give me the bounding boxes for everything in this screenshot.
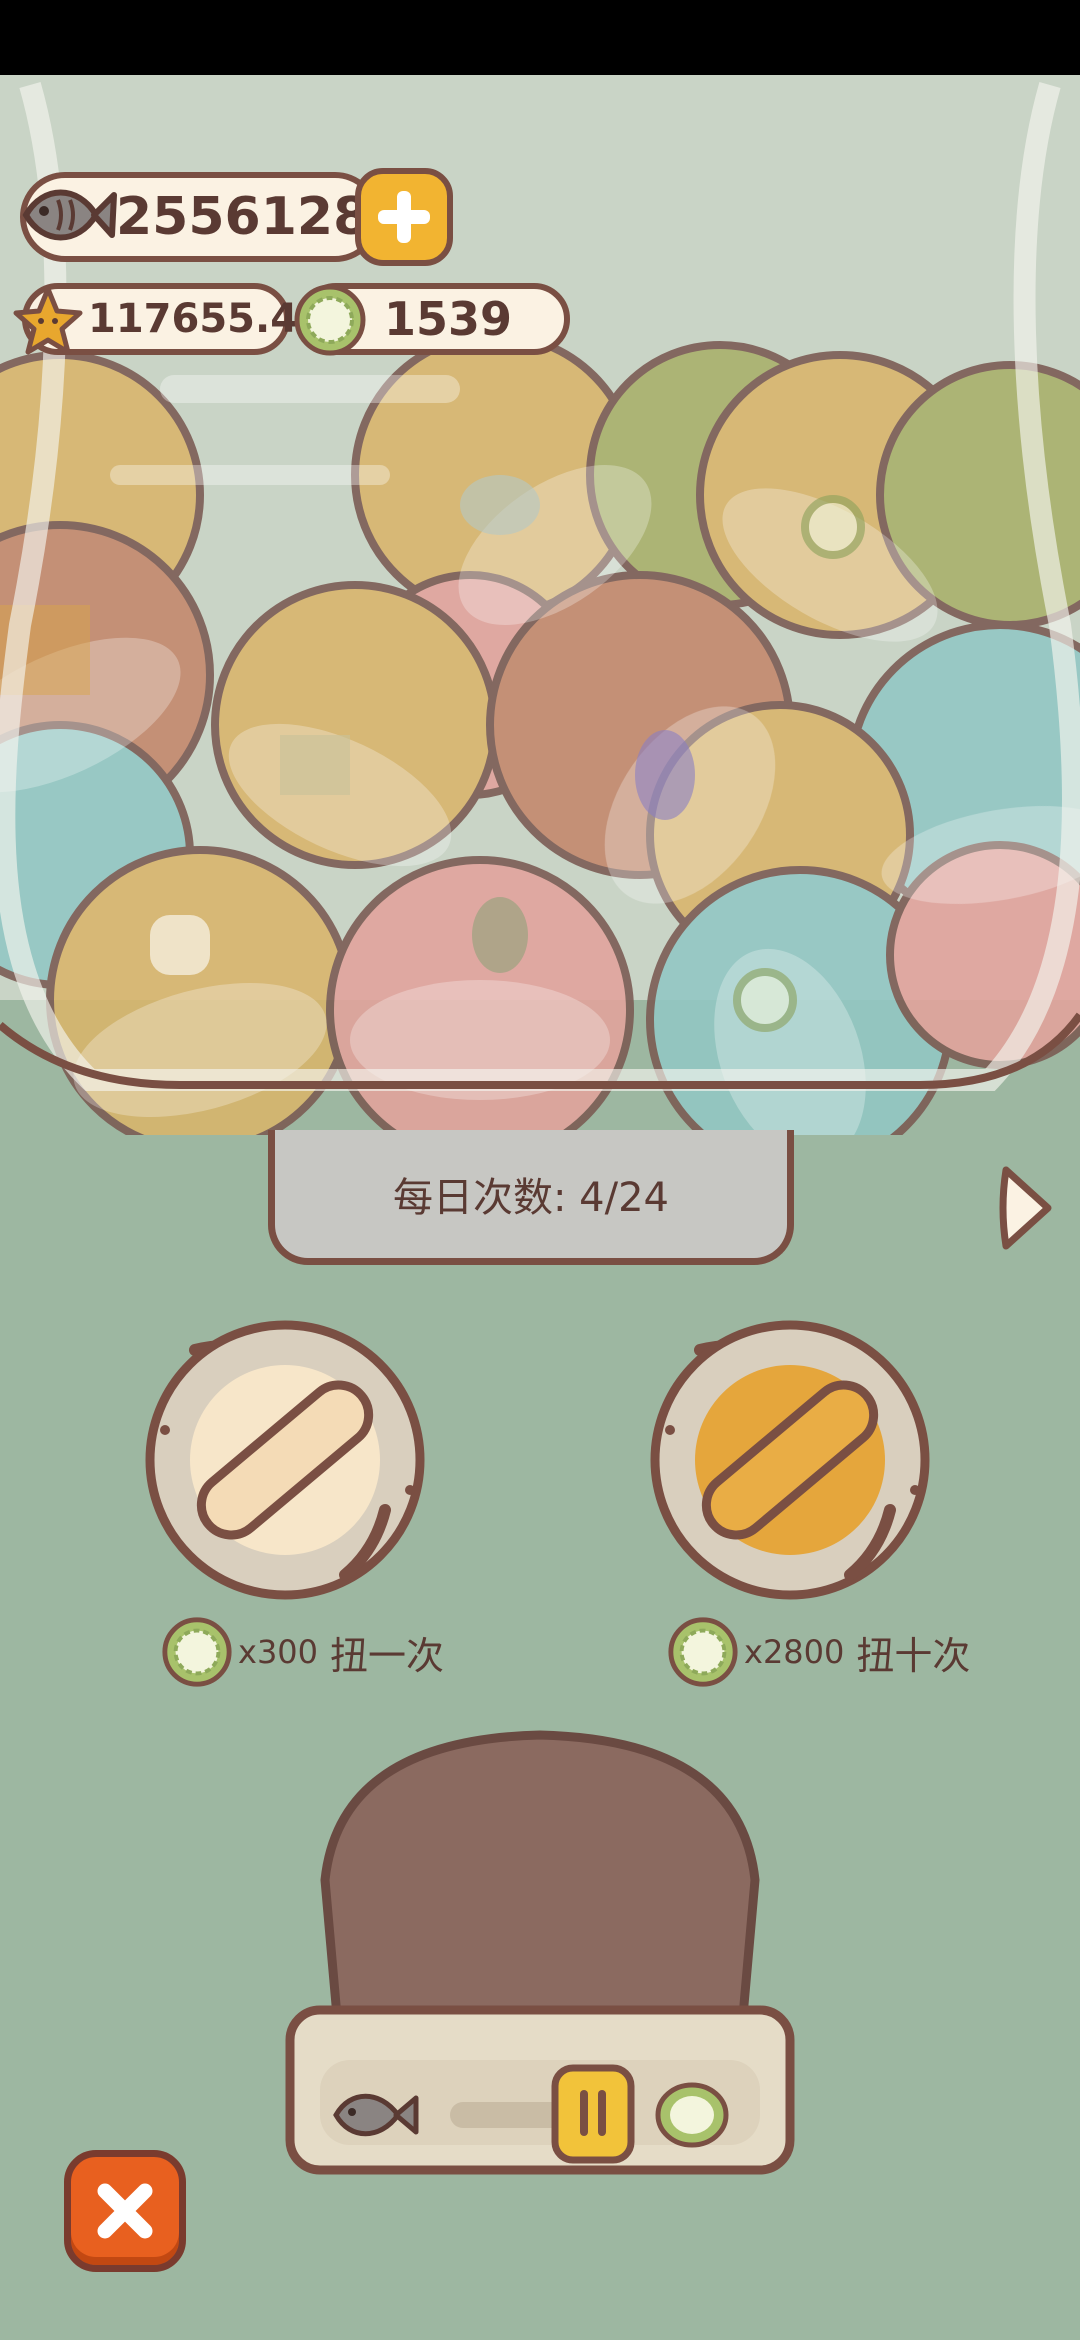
coin-icon	[668, 1617, 738, 1687]
ten-pull-multiplier: x2800	[744, 1633, 845, 1671]
single-pull-button[interactable]	[135, 1310, 435, 1610]
fish-icon	[22, 189, 117, 241]
coin-icon	[294, 284, 366, 356]
fish-amount: 2556128	[116, 187, 370, 247]
arrow-right-icon[interactable]	[996, 1162, 1056, 1254]
ten-pull-label: 扭十次	[856, 1633, 971, 1678]
single-pull-label: 扭一次	[330, 1633, 445, 1678]
coin-icon	[655, 2082, 729, 2148]
star-amount: 117655.4	[88, 296, 299, 342]
close-icon	[97, 2183, 153, 2239]
star-icon	[13, 286, 83, 355]
ten-pull-cost: x2800 扭十次	[666, 1615, 970, 1689]
add-fish-button[interactable]	[355, 168, 453, 266]
coin-amount: 1539	[384, 292, 513, 346]
daily-count-plate: 每日次数: 4/24	[268, 1130, 794, 1265]
status-bar	[0, 0, 1080, 75]
single-pull-cost: x300 扭一次	[160, 1615, 444, 1689]
close-button[interactable]	[64, 2150, 186, 2272]
single-pull-multiplier: x300	[238, 1633, 319, 1671]
daily-count-label: 每日次数: 4/24	[392, 1175, 669, 1221]
fish-icon	[333, 2093, 419, 2137]
coin-icon	[162, 1617, 232, 1687]
ten-pull-button[interactable]	[640, 1310, 940, 1610]
currency-switch[interactable]	[330, 2060, 730, 2170]
